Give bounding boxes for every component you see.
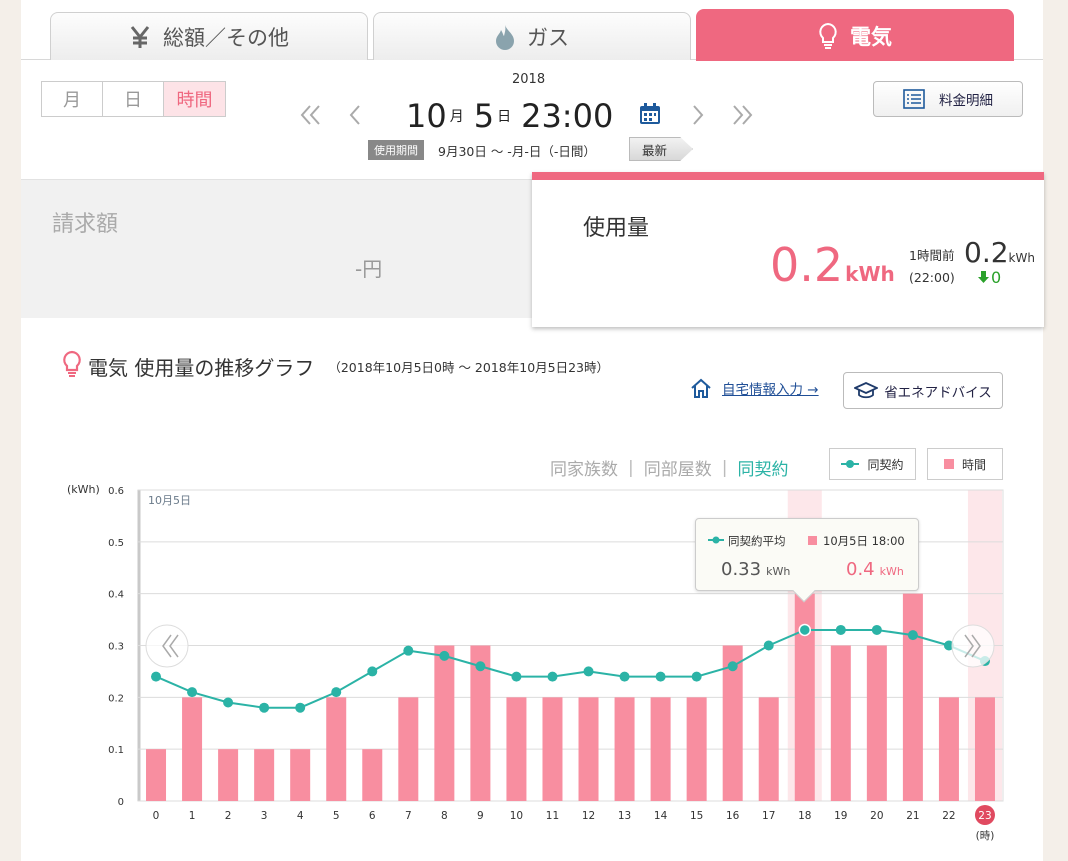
x-tick-label: 6 [369, 810, 376, 822]
average-line [155, 628, 986, 709]
y-tick-label: 0.1 [108, 745, 124, 756]
bar [326, 697, 347, 801]
bar [290, 749, 311, 801]
x-tick-label: 20 [870, 810, 883, 822]
x-tick-label: 10 [510, 810, 523, 822]
bar [938, 697, 959, 801]
bar [974, 697, 995, 801]
average-point [475, 661, 486, 672]
y-tick-label: 0.3 [108, 642, 124, 653]
bar [758, 697, 779, 801]
tooltip-date-label: 10月5日 18:00 [823, 534, 905, 548]
x-tick-label: 15 [690, 810, 703, 822]
usage-chart: 00.10.20.30.40.50.6(kWh)10月5日0 1 2 3 4 5 6 7 8 9 1… [67, 483, 1004, 842]
bar [686, 697, 707, 801]
tooltip-avg-value: 0.33 [721, 559, 762, 580]
bar [434, 645, 455, 801]
bar [506, 697, 527, 801]
x-tick-label: 23 [978, 810, 991, 822]
bar [866, 645, 887, 801]
average-point [871, 624, 882, 635]
bar [362, 749, 383, 801]
x-tick-label: 17 [762, 810, 775, 822]
bar [146, 749, 167, 801]
tooltip-date-row: 10月5日 18:00 [808, 533, 905, 549]
bar [182, 697, 203, 801]
average-point [619, 671, 630, 682]
tooltip-avg: 0.33 kWh [721, 559, 790, 580]
tooltip-bar-value: 0.4 [846, 559, 875, 580]
tooltip-avg-row: 同契約平均 [708, 533, 786, 549]
chart-scroll-left-icon[interactable] [145, 624, 189, 668]
x-tick-label: 21 [906, 810, 919, 822]
average-point [259, 702, 270, 713]
bar-marker-icon [808, 534, 817, 548]
average-point [403, 645, 414, 656]
average-point [223, 697, 234, 708]
x-tick-label: 11 [546, 810, 559, 822]
x-tick-label: 19 [834, 810, 847, 822]
average-point [151, 671, 162, 682]
y-tick-label: 0.5 [108, 538, 124, 549]
average-point [798, 623, 812, 637]
x-tick-label: 18 [798, 810, 811, 822]
bar [614, 697, 635, 801]
y-tick-label: 0.4 [108, 590, 124, 601]
average-point [655, 671, 666, 682]
bar [218, 749, 239, 801]
chart-tooltip: 同契約平均 10月5日 18:00 0.33 kWh 0.4 kWh [695, 518, 919, 603]
y-tick-label: 0.2 [108, 693, 124, 704]
y-tick-label: 0.6 [108, 486, 124, 497]
x-tick-label: 14 [654, 810, 668, 822]
bar [578, 697, 599, 801]
x-tick-label: 22 [942, 810, 955, 822]
x-tick-label: 5 [333, 810, 340, 822]
average-point [439, 650, 450, 661]
average-point [187, 687, 198, 698]
x-tick-label: 1 [189, 810, 196, 822]
average-point [583, 666, 594, 677]
bar [830, 645, 851, 801]
average-point [367, 666, 378, 677]
x-tick-label: 16 [726, 810, 740, 822]
x-tick-label: 7 [405, 810, 412, 822]
x-tick-label: 8 [441, 810, 448, 822]
bar [542, 697, 563, 801]
y-axis-label: (kWh) [67, 483, 100, 496]
average-point [511, 671, 522, 682]
average-point [763, 640, 774, 651]
tooltip-bar-unit: kWh [879, 565, 904, 578]
average-point [691, 671, 702, 682]
average-point [547, 671, 558, 682]
tooltip-avg-unit: kWh [766, 565, 791, 578]
bar [254, 749, 275, 801]
tooltip-avg-label: 同契約平均 [728, 534, 786, 548]
x-tick-label: 2 [225, 810, 232, 822]
average-point [835, 624, 846, 635]
average-point [331, 687, 342, 698]
y-tick-label: 0 [118, 797, 124, 808]
average-point [295, 702, 306, 713]
average-point [727, 661, 738, 672]
bar [398, 697, 419, 801]
x-tick-label: 0 [153, 810, 160, 822]
x-tick-label: 4 [297, 810, 304, 822]
line-marker-icon [708, 534, 724, 548]
x-tick-label: 13 [618, 810, 631, 822]
x-tick-label: 9 [477, 810, 484, 822]
tooltip-bar: 0.4 kWh [846, 559, 904, 580]
bar [902, 593, 923, 801]
x-tick-label: 3 [261, 810, 268, 822]
x-tick-label: 12 [582, 810, 595, 822]
average-point [907, 630, 918, 641]
date-label: 10月5日 [148, 494, 191, 507]
x-axis-label: (時) [976, 830, 995, 842]
bar [650, 697, 671, 801]
